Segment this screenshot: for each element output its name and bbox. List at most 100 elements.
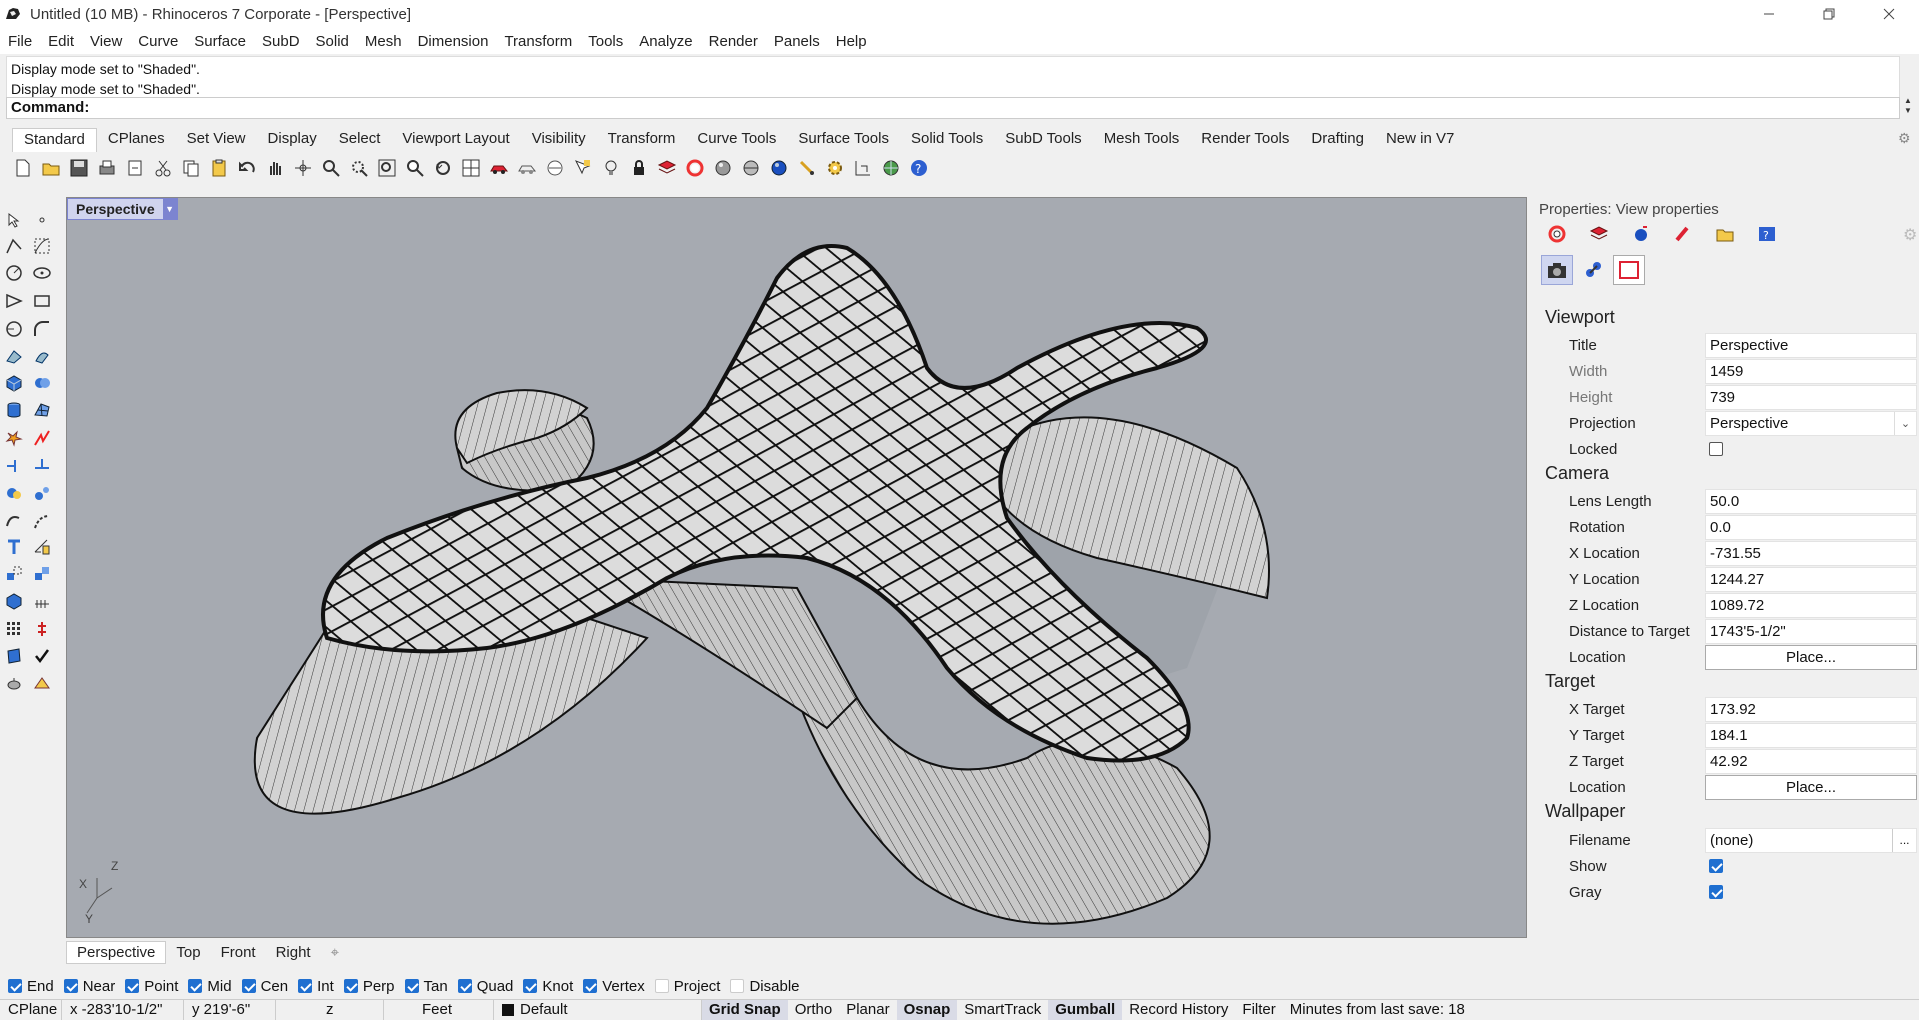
- polyline-icon[interactable]: [2, 234, 26, 258]
- rotate-view-icon[interactable]: [290, 155, 316, 181]
- fillet-curve-icon[interactable]: [30, 317, 54, 341]
- import-icon[interactable]: [122, 155, 148, 181]
- osnap-checkbox[interactable]: [654, 979, 669, 993]
- osnap-checkbox[interactable]: [583, 979, 598, 993]
- libraries-tab-icon[interactable]: [1709, 221, 1741, 247]
- trim-icon[interactable]: [2, 453, 26, 477]
- osnap-checkbox[interactable]: [63, 979, 78, 993]
- group-icon[interactable]: [2, 481, 26, 505]
- osnap-knot[interactable]: Knot: [523, 978, 573, 995]
- tab-display[interactable]: Display: [257, 128, 328, 152]
- tab-curve-tools[interactable]: Curve Tools: [686, 128, 787, 152]
- panel-gear-icon[interactable]: ⚙: [1903, 225, 1917, 245]
- osnap-quad[interactable]: Quad: [457, 978, 513, 995]
- scroll-down-icon[interactable]: ▼: [1900, 106, 1916, 116]
- rotation-field[interactable]: 0.0: [1705, 514, 1917, 540]
- z-target-field[interactable]: 42.92: [1705, 748, 1917, 774]
- add-viewport-icon[interactable]: ⌖: [321, 942, 349, 963]
- show-checkbox[interactable]: [1709, 859, 1723, 873]
- command-scroll[interactable]: ▲ ▼: [1900, 96, 1916, 118]
- mesh-icon[interactable]: [30, 398, 54, 422]
- flashlight-icon[interactable]: [794, 155, 820, 181]
- object-properties-icon[interactable]: [542, 155, 568, 181]
- menu-help[interactable]: Help: [828, 33, 875, 50]
- menu-mesh[interactable]: Mesh: [357, 33, 410, 50]
- viewport-name[interactable]: Perspective: [68, 201, 163, 217]
- smarttrack-toggle[interactable]: SmartTrack: [957, 1000, 1048, 1020]
- cylinder-icon[interactable]: [2, 398, 26, 422]
- tab-select[interactable]: Select: [328, 128, 392, 152]
- menu-panels[interactable]: Panels: [766, 33, 828, 50]
- minimize-button[interactable]: [1739, 0, 1799, 28]
- perspective-viewport[interactable]: X Z Y Perspective ▼: [66, 197, 1527, 938]
- menu-subd[interactable]: SubD: [254, 33, 308, 50]
- view-camera-tab-icon[interactable]: [1541, 255, 1573, 285]
- projection-select[interactable]: Perspective ⌄: [1705, 410, 1917, 436]
- vp-tab-top[interactable]: Top: [166, 942, 210, 963]
- tab-mesh-tools[interactable]: Mesh Tools: [1093, 128, 1191, 152]
- width-field[interactable]: 1459: [1705, 358, 1917, 384]
- point-icon[interactable]: [30, 208, 54, 232]
- options-gear-icon[interactable]: [822, 155, 848, 181]
- viewport-title[interactable]: Perspective ▼: [67, 198, 178, 220]
- menu-surface[interactable]: Surface: [186, 33, 254, 50]
- osnap-checkbox[interactable]: [343, 979, 358, 993]
- grid-options-icon[interactable]: [850, 155, 876, 181]
- camera-place-button[interactable]: Place...: [1705, 644, 1917, 670]
- status-units[interactable]: Feet: [384, 999, 494, 1020]
- z-location-field[interactable]: 1089.72: [1705, 592, 1917, 618]
- menu-edit[interactable]: Edit: [40, 33, 82, 50]
- status-layer[interactable]: Default: [494, 999, 702, 1020]
- light-bulb-icon[interactable]: [598, 155, 624, 181]
- undo-icon[interactable]: [234, 155, 260, 181]
- grid-snap-toggle[interactable]: Grid Snap: [702, 999, 788, 1020]
- browse-button[interactable]: ...: [1892, 828, 1916, 852]
- color-wheel-icon[interactable]: [682, 155, 708, 181]
- y-target-field[interactable]: 184.1: [1705, 722, 1917, 748]
- vp-tab-right[interactable]: Right: [266, 942, 321, 963]
- close-button[interactable]: [1859, 0, 1919, 28]
- materials-tab-icon[interactable]: [1667, 221, 1699, 247]
- record-history-toggle[interactable]: Record History: [1122, 1000, 1235, 1020]
- save-icon[interactable]: [66, 155, 92, 181]
- menu-view[interactable]: View: [82, 33, 130, 50]
- chevron-down-icon[interactable]: ⌄: [1894, 411, 1916, 435]
- vp-tab-perspective[interactable]: Perspective: [66, 940, 167, 964]
- move-icon[interactable]: [2, 562, 26, 586]
- extend-curve-icon[interactable]: [30, 509, 54, 533]
- osnap-perp[interactable]: Perp: [343, 978, 395, 995]
- four-view-icon[interactable]: [458, 155, 484, 181]
- render-sphere-icon[interactable]: [766, 155, 792, 181]
- osnap-tan[interactable]: Tan: [404, 978, 448, 995]
- tab-surface-tools[interactable]: Surface Tools: [787, 128, 900, 152]
- copy-transform-icon[interactable]: [30, 562, 54, 586]
- offset-curve-icon[interactable]: [2, 509, 26, 533]
- polygon-icon[interactable]: [2, 317, 26, 341]
- join-icon[interactable]: [30, 426, 54, 450]
- lock-icon[interactable]: [626, 155, 652, 181]
- curve-cv-icon[interactable]: [30, 234, 54, 258]
- osnap-mid[interactable]: Mid: [188, 978, 232, 995]
- viewport-frame-tab-icon[interactable]: [1613, 255, 1645, 285]
- circle-icon[interactable]: [2, 261, 26, 285]
- osnap-checkbox[interactable]: [125, 979, 140, 993]
- dimension-linear-icon[interactable]: [30, 589, 54, 613]
- osnap-cen[interactable]: Cen: [241, 978, 288, 995]
- print-icon[interactable]: [94, 155, 120, 181]
- restore-button[interactable]: [1799, 0, 1859, 28]
- box-edit-icon[interactable]: [2, 589, 26, 613]
- check-icon[interactable]: [30, 644, 54, 668]
- tab-subd-tools[interactable]: SubD Tools: [994, 128, 1092, 152]
- menu-solid[interactable]: Solid: [308, 33, 357, 50]
- tab-drafting[interactable]: Drafting: [1300, 128, 1375, 152]
- filename-field[interactable]: (none) ...: [1705, 827, 1917, 853]
- box-solid-icon[interactable]: [2, 371, 26, 395]
- osnap-near[interactable]: Near: [63, 978, 115, 995]
- ortho-toggle[interactable]: Ortho: [788, 1000, 840, 1020]
- rectangle-icon[interactable]: [30, 289, 54, 313]
- help-tab-icon[interactable]: ?: [1751, 221, 1783, 247]
- tab-new-in-v7[interactable]: New in V7: [1375, 128, 1465, 152]
- tab-cplanes[interactable]: CPlanes: [97, 128, 176, 152]
- target-place-button[interactable]: Place...: [1705, 774, 1917, 800]
- array-icon[interactable]: [2, 617, 26, 641]
